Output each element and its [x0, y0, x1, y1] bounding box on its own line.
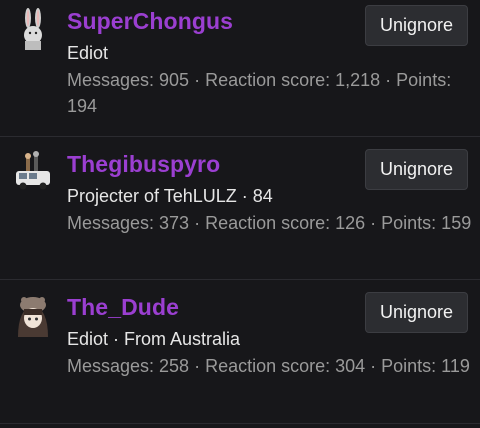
user-title: Projecter of TehLULZ · 84 — [67, 186, 273, 206]
member-stats: Messages: 373 · Reaction score: 126 · Po… — [67, 213, 472, 233]
username-link[interactable]: Thegibuspyro — [67, 150, 220, 178]
username-link[interactable]: The_Dude — [67, 293, 179, 321]
unignore-button[interactable]: Unignore — [365, 292, 468, 333]
bunny-avatar-icon[interactable] — [12, 8, 54, 50]
user-title: Ediot — [67, 43, 109, 63]
member-row: Thegibuspyro Projecter of TehLULZ · 84 M… — [0, 137, 480, 280]
user-title: Ediot · From Australia — [67, 329, 241, 349]
van-avatar-icon[interactable] — [12, 151, 54, 193]
member-row: The_Dude Ediot · From Australia Messages… — [0, 280, 480, 424]
anime-girl-avatar-icon[interactable] — [12, 295, 54, 337]
member-row: SuperChongus Ediot Messages: 905 · React… — [0, 0, 480, 137]
username-link[interactable]: SuperChongus — [67, 7, 233, 35]
ignored-members-list: SuperChongus Ediot Messages: 905 · React… — [0, 0, 480, 428]
unignore-button[interactable]: Unignore — [365, 149, 468, 190]
unignore-button[interactable]: Unignore — [365, 5, 468, 46]
member-stats: Messages: 258 · Reaction score: 304 · Po… — [67, 356, 470, 376]
member-stats: Messages: 905 · Reaction score: 1,218 · … — [67, 70, 452, 116]
